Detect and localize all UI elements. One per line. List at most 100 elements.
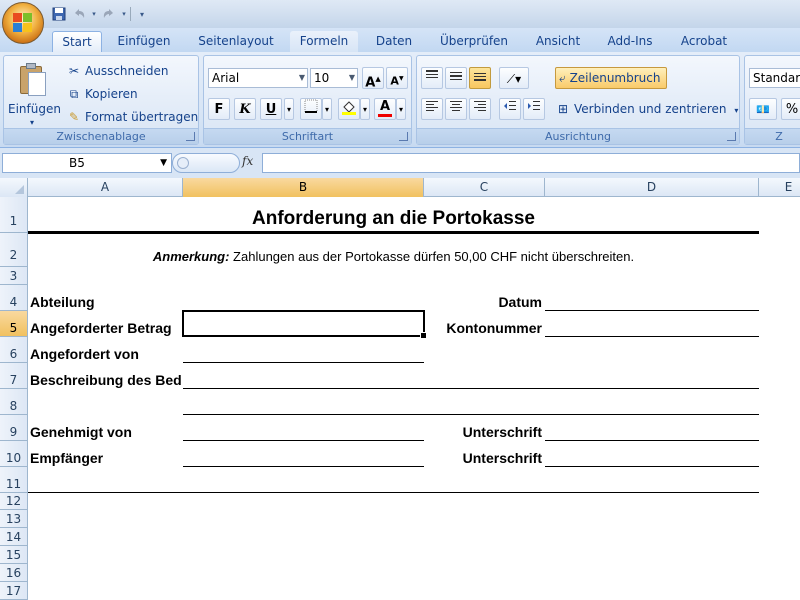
- insert-function-icon[interactable]: fx: [242, 154, 253, 168]
- row-header-7[interactable]: 7: [0, 363, 28, 389]
- font-color-button[interactable]: A: [374, 98, 396, 120]
- tab-einfuegen[interactable]: Einfügen: [110, 31, 178, 52]
- increase-indent-icon: [528, 101, 540, 110]
- row-header-3[interactable]: 3: [0, 267, 28, 285]
- formula-input[interactable]: [262, 153, 800, 173]
- shrink-font-button[interactable]: A▼: [386, 67, 408, 89]
- number-format-select[interactable]: Standard: [749, 68, 800, 88]
- align-bottom-button[interactable]: [469, 67, 491, 89]
- column-header-a[interactable]: A: [28, 178, 183, 197]
- row-header-2[interactable]: 2: [0, 233, 28, 267]
- paste-button[interactable]: Einfügen ▾: [8, 60, 61, 128]
- font-color-dropdown-icon[interactable]: ▾: [396, 98, 406, 120]
- font-launcher-icon[interactable]: [399, 132, 408, 141]
- row-header-9[interactable]: 9: [0, 415, 28, 441]
- undo-dropdown-icon[interactable]: ▾: [90, 5, 98, 23]
- font-size-select[interactable]: 10 ▼: [310, 68, 358, 88]
- row-header-8[interactable]: 8: [0, 389, 28, 415]
- tab-formeln[interactable]: Formeln: [290, 31, 358, 52]
- borders-dropdown-icon[interactable]: ▾: [322, 98, 332, 120]
- clipboard-launcher-icon[interactable]: [186, 132, 195, 141]
- quick-access-toolbar: ▾ ▾ ▾: [50, 4, 151, 24]
- copy-button[interactable]: ⧉ Kopieren: [66, 84, 138, 104]
- title-bar: ▾ ▾ ▾: [0, 0, 800, 28]
- font-name-select[interactable]: Arial ▼: [208, 68, 308, 88]
- form-bottom-border: [28, 492, 759, 493]
- italic-button[interactable]: K: [234, 98, 256, 120]
- merge-icon: ⊞: [557, 102, 569, 116]
- cut-button[interactable]: ✂ Ausschneiden: [66, 61, 168, 81]
- select-all-corner[interactable]: [0, 178, 28, 197]
- fill-color-button[interactable]: [338, 98, 360, 120]
- tab-seitenlayout[interactable]: Seitenlayout: [192, 31, 280, 52]
- undo-icon[interactable]: [70, 5, 88, 23]
- number-group-label: Z: [745, 128, 800, 144]
- signature-label-2: Unterschrift: [462, 450, 542, 466]
- row-header-15[interactable]: 15: [0, 546, 28, 564]
- align-bottom-icon: [474, 73, 486, 81]
- alignment-launcher-icon[interactable]: [727, 132, 736, 141]
- row-header-12[interactable]: 12: [0, 493, 28, 510]
- tab-add-ins[interactable]: Add-Ins: [600, 31, 660, 52]
- title-underline: [28, 231, 759, 234]
- decrease-indent-button[interactable]: [499, 98, 521, 120]
- formula-bar: B5 ▼ fx: [0, 148, 800, 178]
- row-header-16[interactable]: 16: [0, 564, 28, 582]
- tab-acrobat[interactable]: Acrobat: [672, 31, 736, 52]
- name-box-dropdown-icon: ▼: [160, 158, 167, 168]
- wrap-text-button[interactable]: ⤶ Zeilenumbruch: [555, 67, 668, 89]
- align-left-button[interactable]: [421, 98, 443, 120]
- tab-start[interactable]: Start: [52, 31, 102, 52]
- tab-ueberpruefen[interactable]: Überprüfen: [432, 31, 516, 52]
- office-button[interactable]: [2, 2, 44, 44]
- align-middle-button[interactable]: [445, 67, 467, 89]
- wrap-text-icon: ⤶: [559, 71, 566, 85]
- row-header-13[interactable]: 13: [0, 510, 28, 528]
- copy-label: Kopieren: [85, 87, 138, 101]
- active-cell-b5[interactable]: [182, 310, 427, 339]
- description-label: Beschreibung des Bed: [30, 372, 182, 388]
- borders-button[interactable]: [300, 98, 322, 120]
- column-header-d[interactable]: D: [545, 178, 759, 197]
- accounting-format-button[interactable]: 💶: [749, 98, 777, 120]
- increase-indent-button[interactable]: [523, 98, 545, 120]
- align-center-button[interactable]: [445, 98, 467, 120]
- save-icon[interactable]: [50, 5, 68, 23]
- bold-button[interactable]: F: [208, 98, 230, 120]
- fill-color-dropdown-icon[interactable]: ▾: [360, 98, 370, 120]
- align-top-button[interactable]: [421, 67, 443, 89]
- tab-daten[interactable]: Daten: [368, 31, 420, 52]
- column-header-e[interactable]: E: [759, 178, 800, 197]
- underline-dropdown-icon[interactable]: ▾: [284, 98, 294, 120]
- currency-icon: 💶: [756, 103, 770, 116]
- row-header-14[interactable]: 14: [0, 528, 28, 546]
- redo-icon[interactable]: [100, 5, 118, 23]
- merge-center-button[interactable]: ⊞ Verbinden und zentrieren ▾: [555, 99, 738, 119]
- row-header-11[interactable]: 11: [0, 467, 28, 493]
- row-header-17[interactable]: 17: [0, 582, 28, 600]
- row-header-4[interactable]: 4: [0, 285, 28, 311]
- column-header-b[interactable]: B: [183, 178, 424, 197]
- customize-icon[interactable]: ▾: [133, 5, 151, 23]
- tab-ansicht[interactable]: Ansicht: [528, 31, 588, 52]
- row-header-6[interactable]: 6: [0, 337, 28, 363]
- name-box[interactable]: B5 ▼: [2, 153, 172, 173]
- percent-button[interactable]: %: [781, 98, 800, 120]
- redo-dropdown-icon[interactable]: ▾: [120, 5, 128, 23]
- requested-by-line: [183, 362, 424, 363]
- column-header-c[interactable]: C: [424, 178, 545, 197]
- row-header-5[interactable]: 5: [0, 311, 28, 337]
- ribbon: Einfügen ▾ ✂ Ausschneiden ⧉ Kopieren ✎ Form…: [0, 52, 800, 148]
- align-left-icon: [426, 101, 438, 111]
- align-right-button[interactable]: [469, 98, 491, 120]
- row-header-10[interactable]: 10: [0, 441, 28, 467]
- orientation-button[interactable]: ⟋▾: [499, 67, 529, 89]
- grow-font-button[interactable]: A▲: [362, 67, 384, 90]
- borders-icon: [304, 99, 318, 113]
- format-painter-label: Format übertragen: [85, 110, 199, 124]
- underline-button[interactable]: U: [260, 98, 282, 120]
- align-center-icon: [450, 101, 462, 111]
- row-header-1[interactable]: 1: [0, 197, 28, 233]
- format-painter-button[interactable]: ✎ Format übertragen: [66, 107, 198, 127]
- decrease-indent-icon: [504, 101, 516, 110]
